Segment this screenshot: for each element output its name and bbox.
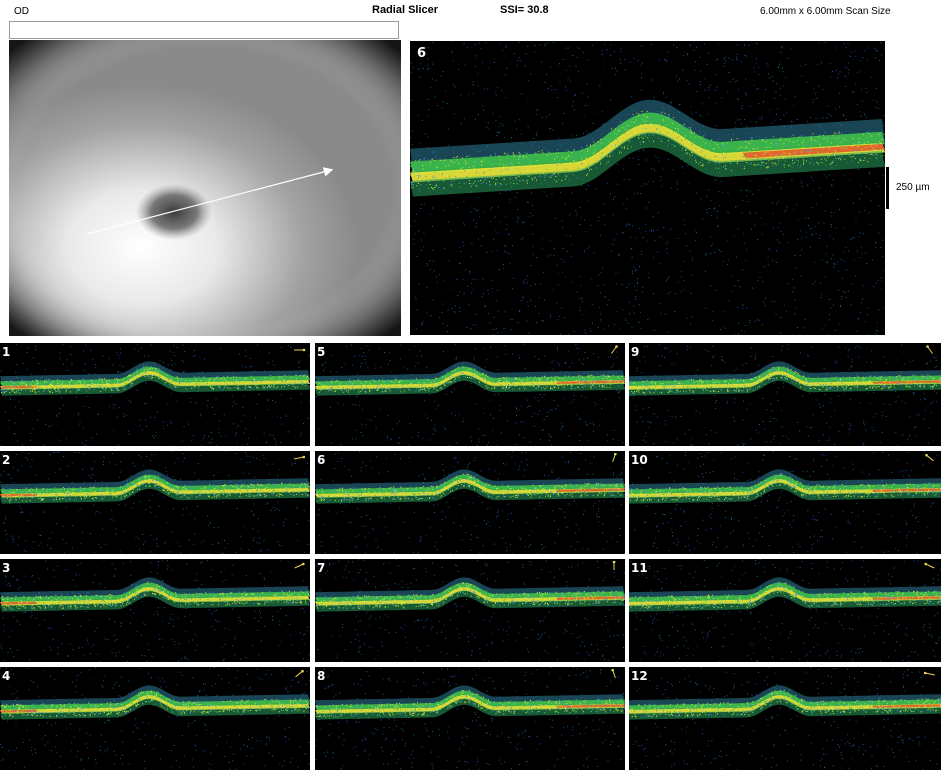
- radial-scan-thumb[interactable]: 11: [629, 559, 941, 662]
- radial-scan-thumb[interactable]: 8: [315, 667, 625, 770]
- thumb-scan-number: 11: [631, 561, 648, 575]
- fundus-header-bar: [9, 21, 399, 39]
- radial-scan-thumb[interactable]: 2: [0, 451, 310, 554]
- orientation-arrow-icon: [294, 348, 306, 352]
- thumb-scan-number: 5: [317, 345, 326, 359]
- thumb-scan-number: 2: [2, 453, 11, 467]
- orientation-arrow-icon: [925, 453, 934, 462]
- thumb-scan-number: 9: [631, 345, 640, 359]
- thumb-scan-number: 4: [2, 669, 11, 683]
- eye-label: OD: [14, 6, 29, 17]
- ssi-value: SSI= 30.8: [500, 4, 549, 16]
- thumb-scan-number: 10: [631, 453, 648, 467]
- radial-scan-thumb[interactable]: 10: [629, 451, 941, 554]
- orientation-arrow-icon: [923, 671, 935, 676]
- page-title: Radial Slicer: [372, 4, 439, 16]
- scale-label: 250 µm: [896, 182, 930, 193]
- orientation-arrow-icon: [294, 455, 306, 460]
- thumb-scan-number: 3: [2, 561, 11, 575]
- thumb-oct-image: [315, 667, 625, 770]
- radial-scan-thumb[interactable]: 3: [0, 559, 310, 662]
- thumb-scan-number: 12: [631, 669, 648, 683]
- main-scan-number: 6: [417, 46, 427, 61]
- radial-scan-thumb[interactable]: 1: [0, 343, 310, 446]
- thumb-oct-image: [629, 451, 941, 554]
- radial-scan-grid: 1 2 3 4 5 6 7 8 9 10 11 12: [0, 340, 941, 770]
- thumb-oct-image: [629, 559, 941, 662]
- thumb-oct-image: [0, 559, 310, 662]
- thumb-scan-number: 1: [2, 345, 11, 359]
- thumb-oct-image: [0, 667, 310, 770]
- main-oct-image: [410, 41, 885, 335]
- thumb-scan-number: 7: [317, 561, 326, 575]
- main-oct-scan[interactable]: 6: [410, 41, 885, 335]
- radial-scan-thumb[interactable]: 9: [629, 343, 941, 446]
- orientation-arrow-icon: [611, 669, 616, 679]
- orientation-arrow-icon: [924, 562, 935, 569]
- orientation-arrow-icon: [926, 345, 933, 354]
- thumb-oct-image: [315, 343, 625, 446]
- thumb-scan-number: 8: [317, 669, 326, 683]
- radial-scan-thumb[interactable]: 5: [315, 343, 625, 446]
- thumb-scan-number: 6: [317, 453, 326, 467]
- radial-scan-thumb[interactable]: 4: [0, 667, 310, 770]
- thumb-oct-image: [629, 667, 941, 770]
- radial-scan-thumb[interactable]: 12: [629, 667, 941, 770]
- thumb-oct-image: [629, 343, 941, 446]
- thumb-oct-image: [0, 451, 310, 554]
- orientation-arrow-icon: [611, 345, 618, 354]
- orientation-arrow-icon: [295, 669, 304, 678]
- orientation-arrow-icon: [294, 562, 305, 569]
- thumb-oct-image: [315, 559, 625, 662]
- scan-size-label: 6.00mm x 6.00mm Scan Size: [760, 6, 891, 17]
- orientation-arrow-icon: [612, 453, 617, 463]
- fundus-image[interactable]: [9, 40, 401, 336]
- thumb-oct-image: [0, 343, 310, 446]
- orientation-arrow-icon: [612, 561, 616, 570]
- scale-bar: [886, 167, 889, 209]
- radial-scan-thumb[interactable]: 6: [315, 451, 625, 554]
- thumb-oct-image: [315, 451, 625, 554]
- radial-scan-thumb[interactable]: 7: [315, 559, 625, 662]
